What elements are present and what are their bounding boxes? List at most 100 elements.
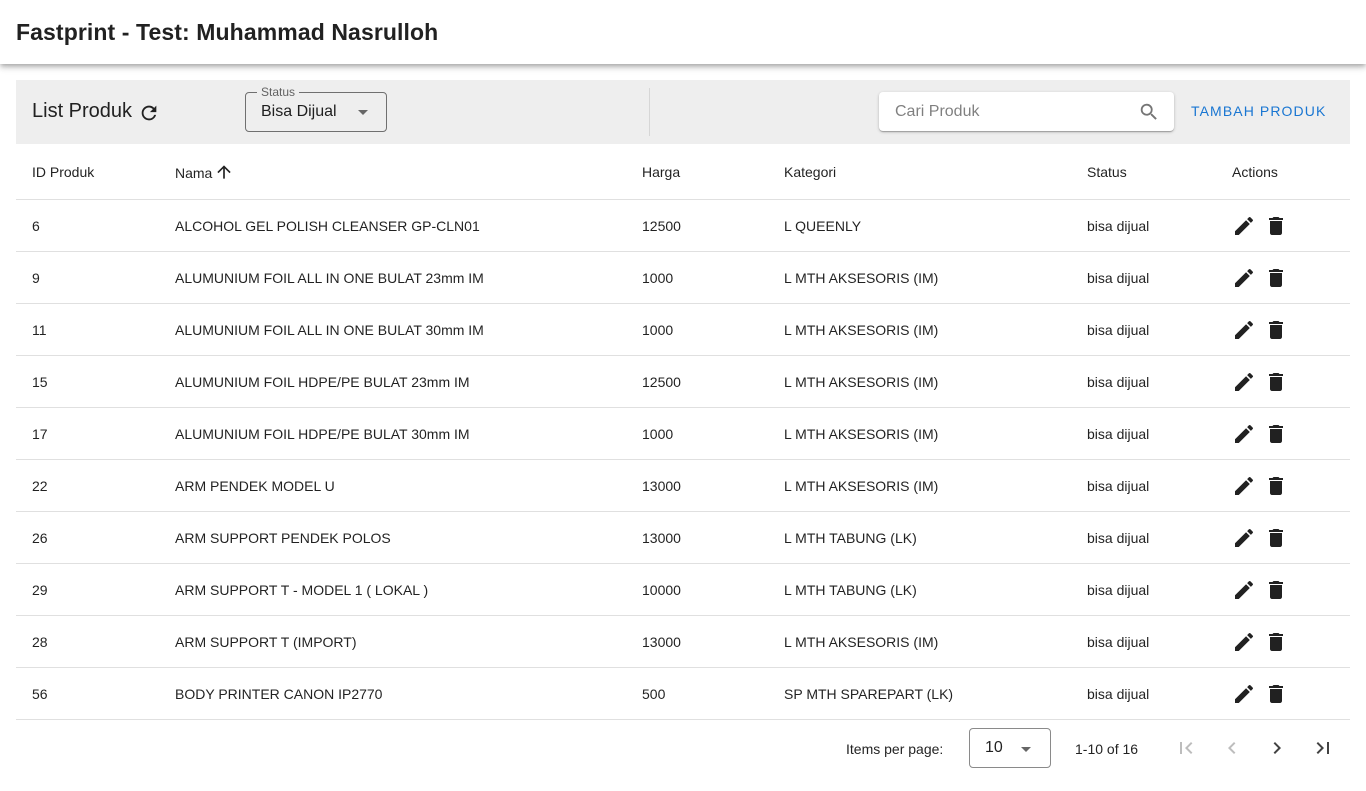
table-row: 28 ARM SUPPORT T (IMPORT) 13000 L MTH AKSES… [16,616,1350,668]
delete-icon[interactable] [1264,370,1288,394]
items-per-page-label: Items per page: [846,741,944,757]
search-input[interactable] [879,92,1129,131]
delete-icon[interactable] [1264,422,1288,446]
chevron-down-icon [358,110,368,115]
status-filter-select[interactable]: Status Bisa Dijual [245,85,387,132]
paginator: Items per page: 10 1-10 of 16 [16,720,1350,776]
cell-id: 22 [32,478,48,494]
last-page-icon[interactable] [1311,736,1335,760]
edit-icon[interactable] [1232,266,1256,290]
cell-status: bisa dijual [1087,478,1150,494]
cell-harga: 13000 [642,478,681,494]
table-row: 22 ARM PENDEK MODEL U 13000 L MTH AKSESORIS… [16,460,1350,512]
edit-icon[interactable] [1232,214,1256,238]
first-page-icon[interactable] [1174,736,1198,760]
cell-kategori: L MTH AKSESORIS (IM) [784,634,939,650]
row-actions [1232,578,1288,602]
search-box [879,92,1174,131]
cell-status: bisa dijual [1087,270,1150,286]
list-toolbar: List Produk Status Bisa Dijual TAMBAH PR… [16,80,1350,144]
row-actions [1232,214,1288,238]
column-header-id[interactable]: ID Produk [32,164,94,180]
cell-nama: ARM PENDEK MODEL U [175,478,335,494]
edit-icon[interactable] [1232,422,1256,446]
cell-id: 6 [32,218,40,234]
page-range-label: 1-10 of 16 [1075,741,1139,757]
edit-icon[interactable] [1232,474,1256,498]
cell-harga: 500 [642,686,666,702]
row-actions [1232,422,1288,446]
cell-nama: ARM SUPPORT T (IMPORT) [175,634,357,650]
cell-harga: 1000 [642,426,674,442]
cell-nama: ARM SUPPORT T - MODEL 1 ( LOKAL ) [175,582,429,598]
row-actions [1232,526,1288,550]
cell-id: 26 [32,530,48,546]
cell-harga: 12500 [642,374,681,390]
edit-icon[interactable] [1232,318,1256,342]
cell-id: 11 [32,322,47,338]
cell-status: bisa dijual [1087,634,1150,650]
sort-arrow-up-icon [217,165,232,179]
column-header-harga[interactable]: Harga [642,164,680,180]
edit-icon[interactable] [1232,370,1256,394]
delete-icon[interactable] [1264,214,1288,238]
table-row: 26 ARM SUPPORT PENDEK POLOS 13000 L MTH TAB… [16,512,1350,564]
toolbar-divider [649,88,650,136]
refresh-icon[interactable] [138,102,160,124]
delete-icon[interactable] [1264,630,1288,654]
table-row: 9 ALUMUNIUM FOIL ALL IN ONE BULAT 23mm IM… [16,252,1350,304]
delete-icon[interactable] [1264,682,1288,706]
cell-nama: ALUMUNIUM FOIL ALL IN ONE BULAT 23mm IM [175,270,484,286]
items-per-page-select[interactable]: 10 [969,728,1051,768]
cell-id: 9 [32,270,40,286]
cell-status: bisa dijual [1087,686,1150,702]
cell-kategori: L MTH AKSESORIS (IM) [784,426,939,442]
cell-kategori: L MTH AKSESORIS (IM) [784,374,939,390]
edit-icon[interactable] [1232,682,1256,706]
delete-icon[interactable] [1264,318,1288,342]
next-page-icon[interactable] [1265,736,1289,760]
cell-kategori: L MTH AKSESORIS (IM) [784,322,939,338]
status-filter-value: Bisa Dijual [261,103,337,120]
cell-harga: 1000 [642,322,674,338]
delete-icon[interactable] [1264,526,1288,550]
edit-icon[interactable] [1232,526,1256,550]
delete-icon[interactable] [1264,266,1288,290]
cell-nama: BODY PRINTER CANON IP2770 [175,686,383,702]
cell-kategori: L QUEENLY [784,218,862,234]
delete-icon[interactable] [1264,474,1288,498]
items-per-page-value: 10 [985,739,1003,756]
cell-harga: 13000 [642,530,681,546]
column-header-nama-label: Nama [175,165,213,181]
cell-harga: 1000 [642,270,674,286]
cell-harga: 13000 [642,634,681,650]
column-header-kategori[interactable]: Kategori [784,164,836,180]
cell-kategori: SP MTH SPAREPART (LK) [784,686,954,702]
cell-status: bisa dijual [1087,322,1150,338]
add-product-button[interactable]: TAMBAH PRODUK [1181,96,1336,126]
row-actions [1232,474,1288,498]
delete-icon[interactable] [1264,578,1288,602]
edit-icon[interactable] [1232,578,1256,602]
table-row: 29 ARM SUPPORT T - MODEL 1 ( LOKAL ) 10000… [16,564,1350,616]
row-actions [1232,266,1288,290]
row-actions [1232,630,1288,654]
cell-id: 29 [32,582,48,598]
cell-id: 17 [32,426,48,442]
cell-nama: ALCOHOL GEL POLISH CLEANSER GP-CLN01 [175,218,480,234]
edit-icon[interactable] [1232,630,1256,654]
column-header-nama[interactable]: Nama [175,164,234,182]
row-actions [1232,682,1288,706]
cell-id: 15 [32,374,48,390]
cell-id: 28 [32,634,48,650]
table-row: 6 ALCOHOL GEL POLISH CLEANSER GP-CLN01 125… [16,200,1350,252]
search-icon[interactable] [1138,101,1160,123]
row-actions [1232,318,1288,342]
cell-nama: ARM SUPPORT PENDEK POLOS [175,530,391,546]
column-header-status[interactable]: Status [1087,164,1127,180]
cell-nama: ALUMUNIUM FOIL HDPE/PE BULAT 23mm IM [175,374,470,390]
app-header: Fastprint - Test: Muhammad Nasrulloh [0,0,1366,64]
table-row: 15 ALUMUNIUM FOIL HDPE/PE BULAT 23mm IM 12… [16,356,1350,408]
table-header-row: ID Produk Nama Harga Kategori Status Act… [16,144,1350,200]
previous-page-icon[interactable] [1220,736,1244,760]
